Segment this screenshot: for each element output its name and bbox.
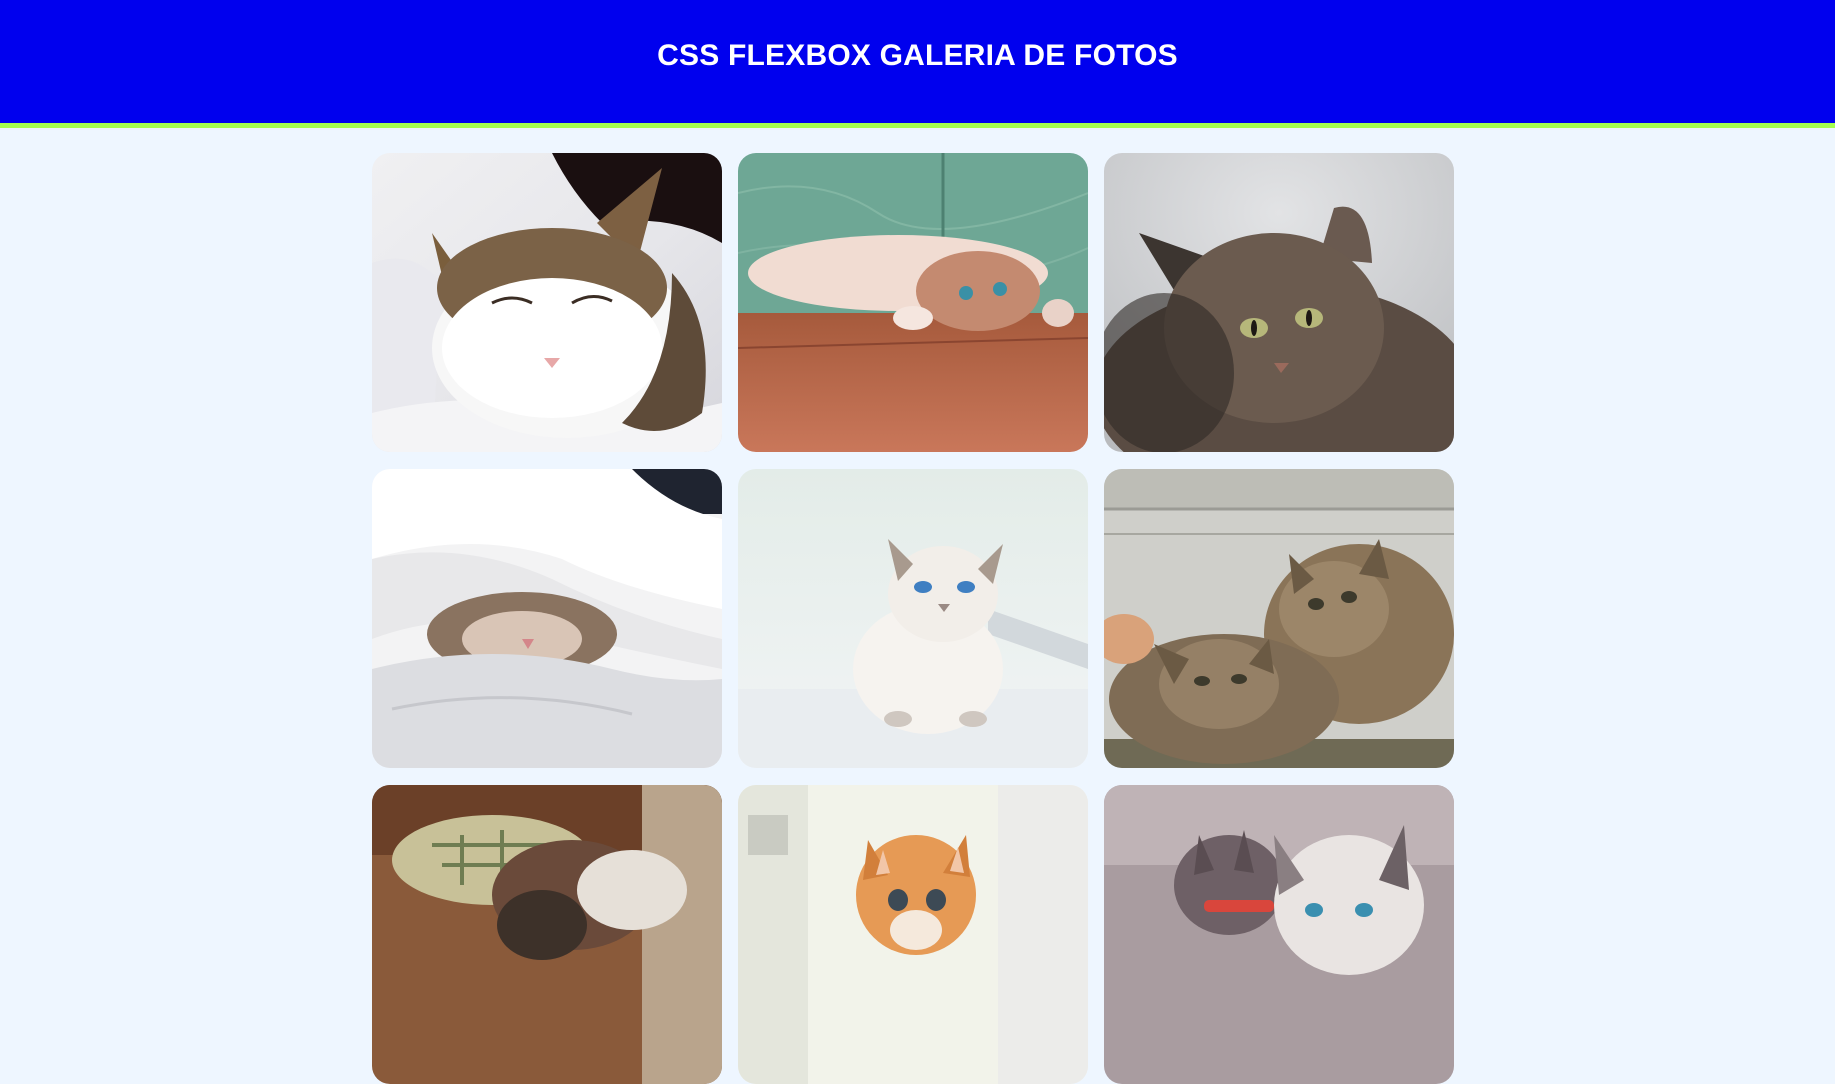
two-tabby-kittens-photo[interactable] [1104, 469, 1454, 768]
cat-lying-on-wood-floor-photo[interactable] [738, 153, 1088, 452]
photo-gallery [372, 153, 1454, 1084]
cat-under-blanket-photo[interactable] [372, 469, 722, 768]
white-grey-kittens-photo[interactable] [1104, 785, 1454, 1084]
long-haired-tabby-cat-photo[interactable] [1104, 153, 1454, 452]
white-kitten-blue-eyes-photo[interactable] [738, 469, 1088, 768]
page-header: CSS FLEXBOX GALERIA DE FOTOS [0, 0, 1835, 128]
sleeping-tabby-white-cat-photo[interactable] [372, 153, 722, 452]
page-title: CSS FLEXBOX GALERIA DE FOTOS [657, 39, 1178, 72]
orange-kitten-photo[interactable] [738, 785, 1088, 1084]
kitten-with-pillow-photo[interactable] [372, 785, 722, 1084]
